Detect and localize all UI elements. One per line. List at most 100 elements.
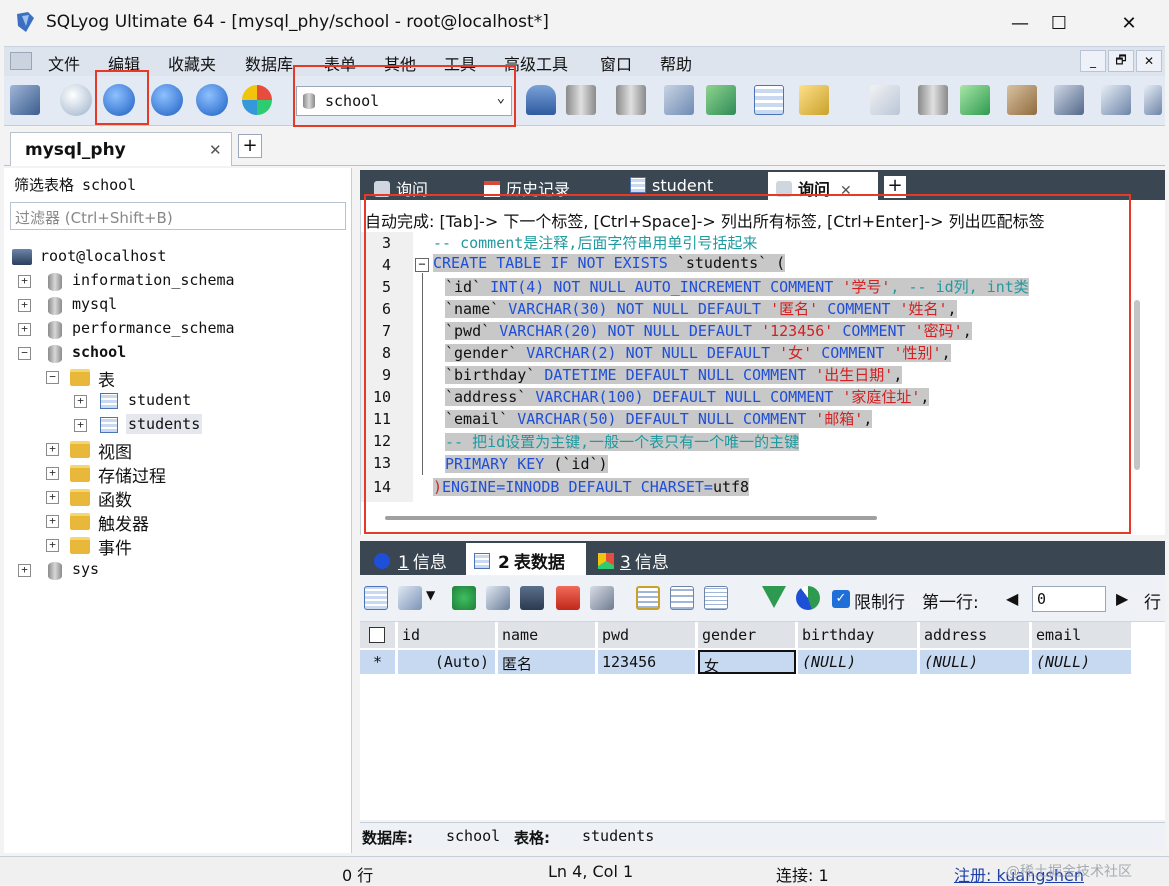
expand-icon[interactable]: + <box>74 395 87 408</box>
expand-icon[interactable]: + <box>18 275 31 288</box>
backup-database-icon[interactable] <box>566 85 596 115</box>
expand-icon[interactable]: + <box>46 467 59 480</box>
grid-view-icon[interactable] <box>636 586 660 610</box>
cell-name[interactable]: 匿名 <box>498 650 596 674</box>
status-row-count: 0 行 <box>342 866 374 885</box>
highlight-database-selector <box>293 65 516 127</box>
highlight-execute-button <box>95 70 149 125</box>
tab-info-1[interactable]: 1 信息 <box>366 543 462 575</box>
menu-help[interactable]: 帮助 <box>660 51 692 75</box>
cell-address[interactable]: (NULL) <box>920 650 1030 674</box>
cell-id[interactable]: (Auto) <box>398 650 496 674</box>
cell-email[interactable]: (NULL) <box>1032 650 1132 674</box>
expand-icon[interactable]: + <box>46 539 59 552</box>
column-header-birthday[interactable]: birthday <box>798 622 918 648</box>
main-toolbar: school ⌄ <box>4 76 1165 126</box>
close-window-button[interactable]: ✕ <box>1099 0 1159 46</box>
vertical-scrollbar[interactable] <box>1134 300 1140 470</box>
maximize-button[interactable]: ☐ <box>1029 0 1089 46</box>
export-dropdown-icon[interactable] <box>398 586 422 610</box>
expand-icon[interactable]: + <box>18 323 31 336</box>
expand-icon[interactable]: + <box>46 515 59 528</box>
menu-favorites[interactable]: 收藏夹 <box>168 51 216 75</box>
expand-icon[interactable]: + <box>46 491 59 504</box>
limit-checkbox[interactable]: ✓ <box>832 590 850 608</box>
column-header-name[interactable]: name <box>498 622 596 648</box>
folder-icon <box>70 441 90 458</box>
delete-icon[interactable] <box>556 586 580 610</box>
cell-pwd[interactable]: 123456 <box>598 650 696 674</box>
expand-icon[interactable]: + <box>18 564 31 577</box>
mdi-document-icon <box>10 52 32 70</box>
table-data-icon <box>474 553 490 569</box>
menu-window[interactable]: 窗口 <box>600 51 632 75</box>
form-view-icon[interactable] <box>670 586 694 610</box>
data-sync-icon[interactable] <box>918 85 948 115</box>
grid-select-all[interactable] <box>360 622 396 648</box>
folder-icon <box>70 537 90 554</box>
column-header-address[interactable]: address <box>920 622 1030 648</box>
add-row-icon[interactable] <box>452 586 476 610</box>
highlight-sql-editor <box>364 194 1131 534</box>
execute-all-icon[interactable] <box>151 84 183 116</box>
column-header-id[interactable]: id <box>398 622 496 648</box>
more-tools-icon[interactable] <box>1144 85 1162 115</box>
refresh-icon[interactable] <box>796 586 820 610</box>
chevron-down-icon[interactable]: ▼ <box>426 588 435 602</box>
compare-icon[interactable] <box>960 85 990 115</box>
column-header-gender[interactable]: gender <box>698 622 796 648</box>
new-query-icon[interactable] <box>60 84 92 116</box>
restore-database-icon[interactable] <box>616 85 646 115</box>
grid-insert-icon[interactable] <box>364 586 388 610</box>
title-bar: SQLyog Ultimate 64 - [mysql_phy/school -… <box>0 0 1169 46</box>
cell-birthday[interactable]: (NULL) <box>798 650 918 674</box>
table-icon <box>630 177 646 193</box>
select-all-checkbox[interactable] <box>369 627 385 643</box>
add-connection-tab-button[interactable]: + <box>238 134 262 158</box>
next-page-button[interactable]: ▶ <box>1116 589 1128 608</box>
filter-input[interactable]: 过滤器 (Ctrl+Shift+B) <box>10 202 346 230</box>
copy-database-icon[interactable] <box>664 85 694 115</box>
scheduler-icon[interactable] <box>1054 85 1084 115</box>
expand-icon[interactable]: + <box>46 443 59 456</box>
column-header-email[interactable]: email <box>1032 622 1132 648</box>
filter-label: 筛选表格 school <box>14 176 137 194</box>
cell-gender[interactable]: 女 <box>698 650 796 675</box>
first-row-input[interactable]: 0 <box>1032 586 1106 612</box>
tree-table-students[interactable]: + students <box>74 414 203 438</box>
index-manager-icon[interactable] <box>799 85 829 115</box>
execute-edit-icon[interactable] <box>196 84 228 116</box>
first-row-label: 第一行: <box>922 593 979 613</box>
schema-sync-icon[interactable] <box>870 85 900 115</box>
menu-database[interactable]: 数据库 <box>245 51 293 75</box>
new-connection-icon[interactable] <box>10 85 40 115</box>
collapse-icon[interactable]: − <box>46 371 59 384</box>
expand-icon[interactable]: + <box>74 419 87 432</box>
expand-icon[interactable]: + <box>18 299 31 312</box>
menu-file[interactable]: 文件 <box>48 51 80 75</box>
column-header-pwd[interactable]: pwd <box>598 622 696 648</box>
close-tab-icon[interactable]: ✕ <box>209 141 222 159</box>
cancel-changes-icon[interactable] <box>590 586 614 610</box>
mdi-restore-button[interactable]: 🗗 <box>1108 50 1134 72</box>
connection-tab[interactable]: mysql_phy ✕ <box>10 132 232 166</box>
collapse-icon[interactable]: − <box>18 347 31 360</box>
notifications-icon[interactable] <box>1101 85 1131 115</box>
database-icon <box>48 321 62 339</box>
table-data-icon[interactable] <box>754 85 784 115</box>
save-icon[interactable] <box>520 586 544 610</box>
tab-info-3[interactable]: 3 信息 <box>590 543 690 575</box>
tab-table-data[interactable]: 2 表数据 <box>466 543 586 575</box>
object-browser: 筛选表格 school 过滤器 (Ctrl+Shift+B) root@local… <box>4 168 352 853</box>
duplicate-row-icon[interactable] <box>486 586 510 610</box>
text-view-icon[interactable] <box>704 586 728 610</box>
import-icon[interactable] <box>706 85 736 115</box>
schema-designer-icon[interactable] <box>242 85 272 115</box>
mdi-close-button[interactable]: ✕ <box>1136 50 1162 72</box>
filter-icon[interactable] <box>762 586 786 608</box>
migration-icon[interactable] <box>1007 85 1037 115</box>
limit-rows-label: 限制行 <box>854 593 905 613</box>
previous-page-button[interactable]: ◀ <box>1006 589 1018 608</box>
user-manager-icon[interactable] <box>526 85 556 115</box>
mdi-minimize-button[interactable]: _ <box>1080 50 1106 72</box>
